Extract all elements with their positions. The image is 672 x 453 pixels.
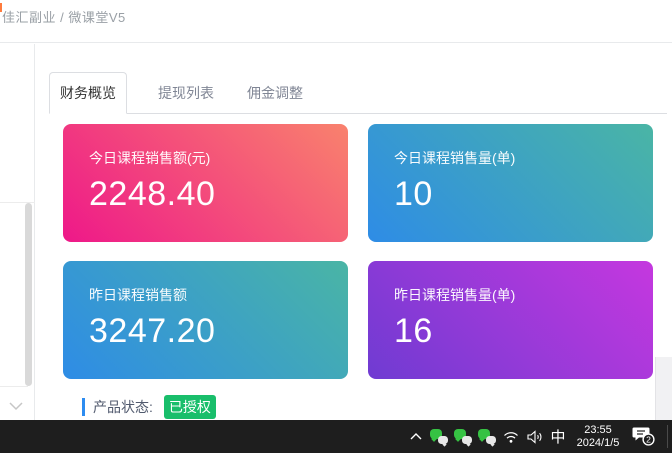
stat-card-yesterday-sales-count: 昨日课程销售量(单) 16: [368, 261, 653, 379]
chevron-up-icon[interactable]: [405, 420, 427, 453]
status-badge: 已授权: [164, 395, 216, 419]
show-desktop-button[interactable]: [668, 420, 672, 453]
screen: 佳汇副业 / 微课堂V5 财务概览 提现列表 佣金调整 今日课程销售额(元) 2…: [0, 0, 672, 453]
notification-badge: 2: [646, 435, 651, 445]
notification-icon[interactable]: 2: [627, 420, 661, 453]
stat-card-label: 昨日课程销售额: [89, 287, 348, 303]
breadcrumb: 佳汇副业 / 微课堂V5: [2, 7, 126, 26]
stat-card-label: 昨日课程销售量(单): [394, 287, 653, 303]
divider: [0, 386, 28, 387]
left-window-sliver: [0, 44, 35, 420]
stat-card-value: 16: [394, 312, 653, 350]
chevron-down-icon[interactable]: [9, 402, 23, 411]
tab-commission-adjust[interactable]: 佣金调整: [245, 73, 305, 113]
volume-icon[interactable]: [523, 420, 547, 453]
tab-withdraw-list[interactable]: 提现列表: [156, 73, 216, 113]
tab-finance-overview[interactable]: 财务概览: [49, 72, 127, 114]
background-window-strip: [655, 357, 672, 420]
taskbar: 中 23:55 2024/1/5 2: [0, 420, 672, 453]
stat-card-label: 今日课程销售量(单): [394, 150, 653, 166]
taskbar-clock[interactable]: 23:55 2024/1/5: [569, 420, 627, 453]
ime-indicator[interactable]: 中: [547, 420, 569, 453]
stat-card-yesterday-sales-amount: 昨日课程销售额 3247.20: [63, 261, 348, 379]
stat-card-value: 2248.40: [89, 175, 348, 213]
stat-card-today-sales-amount: 今日课程销售额(元) 2248.40: [63, 124, 348, 242]
scrollbar-thumb[interactable]: [25, 203, 32, 386]
taskbar-date: 2024/1/5: [577, 437, 620, 450]
main-panel: 财务概览 提现列表 佣金调整 今日课程销售额(元) 2248.40 今日课程销售…: [36, 44, 672, 420]
taskbar-time: 23:55: [584, 424, 612, 437]
status-accent-bar: [82, 398, 85, 416]
product-status-label: 产品状态:: [93, 397, 153, 417]
wechat-icon[interactable]: [451, 420, 475, 453]
tab-bar: 财务概览 提现列表 佣金调整: [49, 72, 667, 114]
stat-card-value: 3247.20: [89, 312, 348, 350]
wechat-icon[interactable]: [427, 420, 451, 453]
stat-card-today-sales-count: 今日课程销售量(单) 10: [368, 124, 653, 242]
stat-card-label: 今日课程销售额(元): [89, 150, 348, 166]
top-bar: 佳汇副业 / 微课堂V5: [0, 0, 672, 43]
wifi-icon[interactable]: [499, 420, 523, 453]
wechat-icon[interactable]: [475, 420, 499, 453]
system-tray: 中 23:55 2024/1/5 2: [405, 420, 672, 453]
stat-card-value: 10: [394, 175, 653, 213]
product-status-row: 产品状态: 已授权: [82, 395, 667, 419]
tabs-area: 财务概览 提现列表 佣金调整 今日课程销售额(元) 2248.40 今日课程销售…: [49, 72, 667, 419]
stat-cards: 今日课程销售额(元) 2248.40 今日课程销售量(单) 10 昨日课程销售额…: [63, 124, 653, 379]
